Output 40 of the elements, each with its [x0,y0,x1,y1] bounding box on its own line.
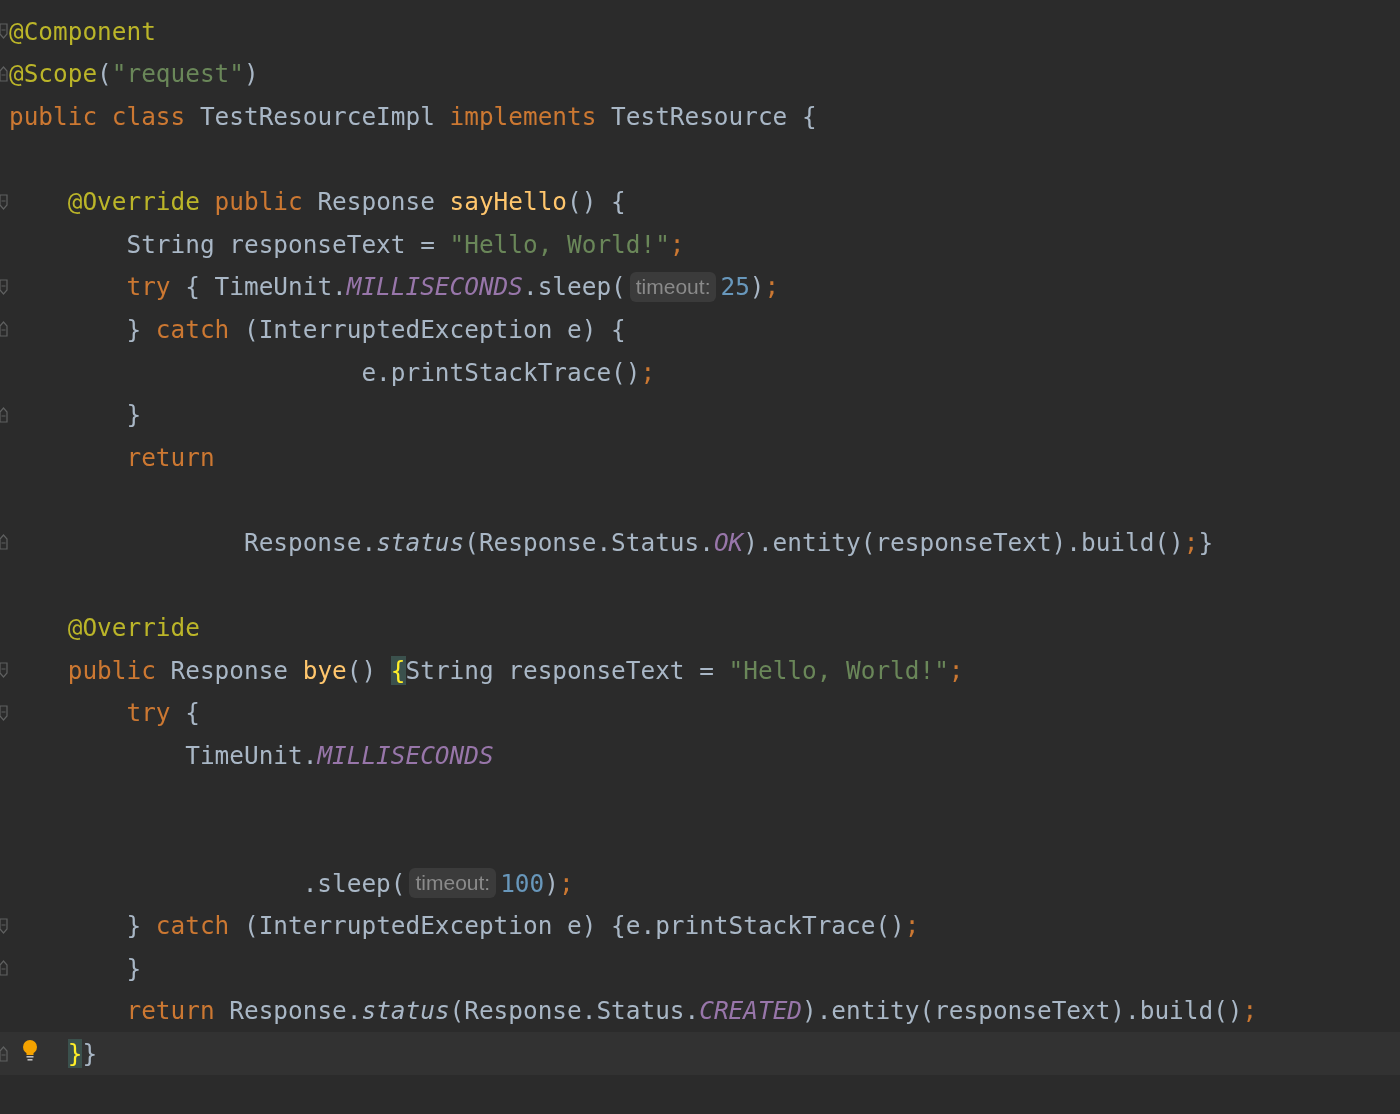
fold-marker-icon[interactable] [0,406,8,423]
code-text: return [125,442,215,472]
code-text: public class TestResourceImpl implements TestResource { [9,102,817,131]
matched-brace: } [67,1039,83,1069]
code-text: } catch (InterruptedException e) { [125,314,626,344]
parameter-hint: timeout: [409,868,497,899]
fold-marker-icon[interactable] [0,960,8,977]
code-text: Response.status(Response.Status.OK).entity(responseText).build();} [242,527,1214,557]
fold-marker-icon[interactable] [0,193,8,210]
code-text: @Override public Response sayHello() { [66,187,626,217]
code-text: String responseText = "Hello, World!"; [125,229,685,259]
fold-marker-icon[interactable] [0,23,8,40]
code-text: String responseText = "Hello, World!"; [405,655,964,685]
code-text: @Scope("request") [9,59,259,89]
code-text: return Response.status(Response.Status.CREATED).entity(responseText).build(); [125,996,1258,1026]
code-text: @Override [66,613,200,643]
code-text: 25); [720,272,780,302]
fold-marker-icon[interactable] [0,1045,8,1062]
matched-brace: { [390,655,406,685]
code-text: try { TimeUnit.MILLISECONDS.sleep( [125,272,626,302]
fold-marker-icon[interactable] [0,321,8,338]
code-text: .sleep( [301,868,406,898]
code-text: } [82,1039,98,1069]
fold-marker-icon[interactable] [0,278,8,295]
code-text: TimeUnit.MILLISECONDS [184,740,494,770]
code-text: e.printStackTrace(); [360,357,656,387]
code-text: public Response bye() [66,655,378,685]
code-text: 100); [500,868,574,898]
fold-marker-icon[interactable] [0,704,8,721]
code-text: } catch (InterruptedException e) {e.printStackTrace(); [125,911,920,941]
lightbulb-icon[interactable] [22,1040,38,1063]
fold-marker-icon[interactable] [0,917,8,934]
code-text: @Component [9,16,156,46]
fold-marker-icon[interactable] [0,65,8,82]
parameter-hint: timeout: [629,271,717,302]
code-text: } [125,953,142,983]
code-text: } [125,400,142,430]
code-text: try { [125,698,200,728]
fold-marker-icon[interactable] [0,662,8,679]
fold-marker-icon[interactable] [0,534,8,551]
